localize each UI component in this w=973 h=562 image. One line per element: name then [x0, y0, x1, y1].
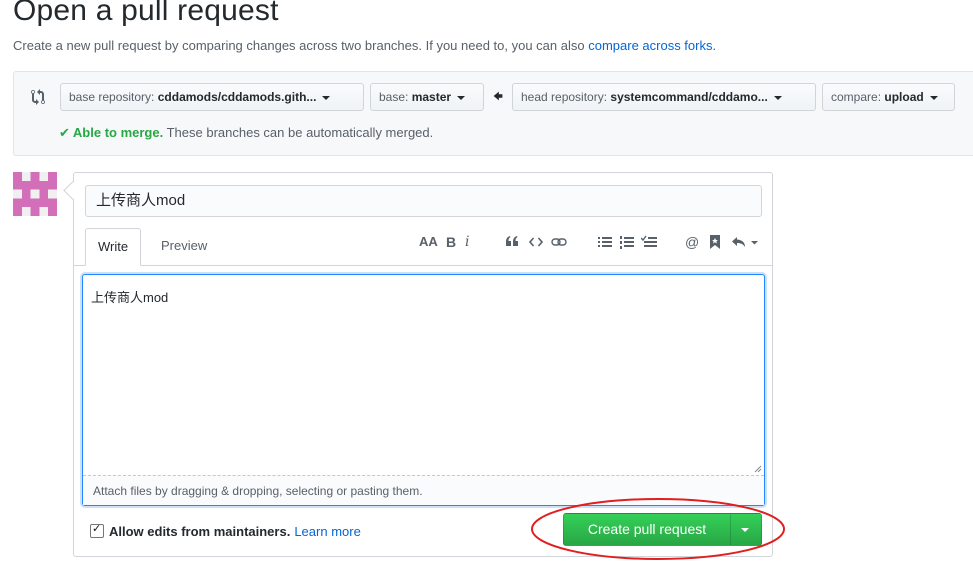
mention-icon[interactable]: @ [685, 234, 699, 250]
base-repository-label: base repository: [69, 90, 155, 104]
caret-down-icon [457, 95, 466, 100]
arrow-left-icon [493, 91, 503, 101]
base-branch-select[interactable]: base: master [370, 83, 484, 111]
header-text-icon[interactable]: AA [419, 234, 438, 250]
merge-status: ✔ Able to merge. These branches can be au… [59, 125, 433, 141]
pr-title-input[interactable]: 上传商人mod [85, 185, 762, 217]
bookmark-icon[interactable] [709, 235, 721, 251]
caret-down-icon [929, 95, 938, 100]
learn-more-link[interactable]: Learn more [294, 524, 360, 539]
reply-icon[interactable] [731, 235, 759, 251]
base-branch-label: base: [379, 90, 409, 104]
code-icon[interactable] [529, 235, 543, 251]
task-list-icon[interactable] [641, 235, 657, 251]
git-compare-icon [31, 89, 45, 105]
merge-ok-label: Able to merge. [72, 125, 164, 140]
allow-edits-label: Allow edits from maintainers. [109, 524, 291, 539]
head-repository-label: head repository: [521, 90, 608, 104]
link-icon[interactable] [551, 235, 567, 251]
branch-range-editor: base repository: cddamods/cddamods.gith.… [13, 71, 973, 156]
resize-handle-icon[interactable] [754, 465, 762, 473]
base-repository-value: cddamods/cddamods.gith... [157, 90, 317, 104]
compare-forks-link[interactable]: compare across forks. [588, 38, 716, 53]
caret-down-icon [773, 95, 782, 100]
pr-body-textarea[interactable]: 上传商人mod Attach files by dragging & dropp… [82, 274, 765, 506]
pr-body-text: 上传商人mod [91, 290, 169, 305]
ordered-list-icon[interactable] [620, 235, 634, 251]
base-branch-value: master [411, 90, 452, 104]
head-repository-select[interactable]: head repository: systemcommand/cddamo... [512, 83, 816, 111]
caret-down-icon [322, 95, 331, 100]
head-repository-value: systemcommand/cddamo... [610, 90, 768, 104]
italic-icon[interactable]: i [465, 234, 469, 250]
bold-icon[interactable]: B [446, 234, 456, 250]
tab-write[interactable]: Write [85, 228, 142, 266]
highlight-ellipse [531, 498, 785, 560]
compare-branch-select[interactable]: compare: upload [822, 83, 955, 111]
compare-branch-value: upload [884, 90, 924, 104]
tab-preview[interactable]: Preview [149, 228, 219, 265]
page-subtitle: Create a new pull request by comparing c… [13, 38, 716, 53]
avatar[interactable] [13, 172, 57, 216]
merge-status-text: These branches can be automatically merg… [166, 125, 434, 140]
quote-icon[interactable] [505, 235, 519, 251]
checkbox-checked-icon[interactable] [90, 522, 104, 538]
allow-edits-checkbox[interactable]: Allow edits from maintainers.Learn more [90, 522, 361, 539]
subtitle-text: Create a new pull request by comparing c… [13, 38, 589, 53]
compare-branch-label: compare: [831, 90, 882, 104]
unordered-list-icon[interactable] [598, 235, 612, 251]
base-repository-select[interactable]: base repository: cddamods/cddamods.gith.… [60, 83, 364, 111]
check-icon: ✔ [59, 125, 70, 140]
page-title: Open a pull request [13, 0, 279, 27]
